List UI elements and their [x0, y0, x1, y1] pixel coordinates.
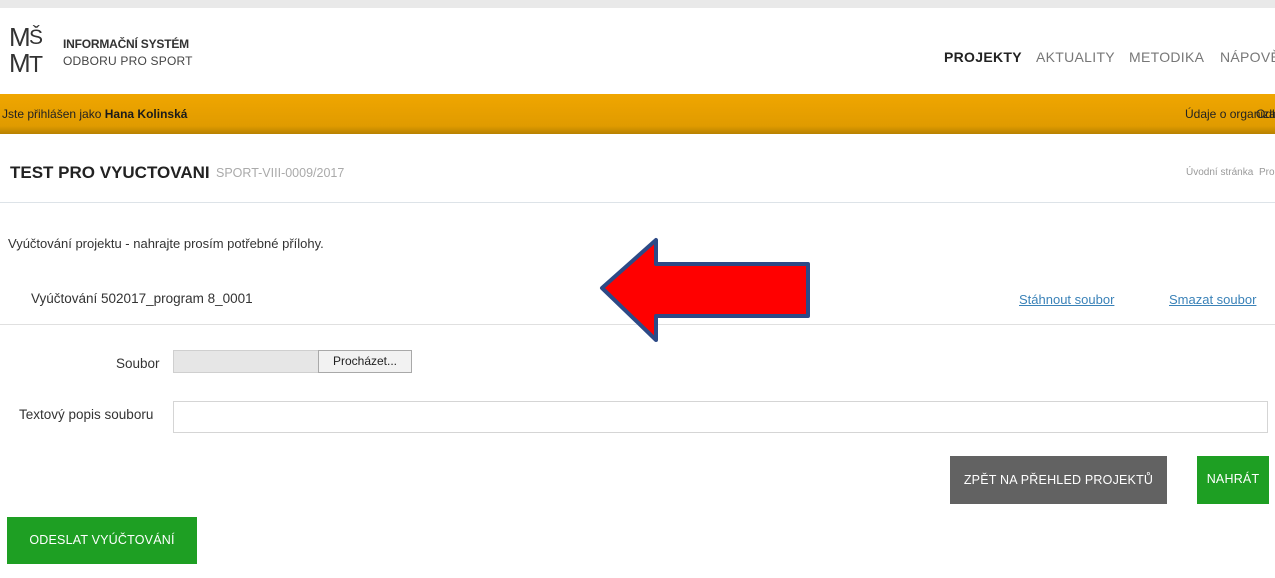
svg-text:T: T [29, 51, 43, 74]
description-input[interactable] [173, 401, 1268, 433]
description-label: Textový popis souboru [19, 407, 154, 422]
header: M Š M T INFORMAČNÍ SYSTÉM ODBORU PRO SPO… [0, 8, 1275, 94]
nav-napoveda[interactable]: NÁPOVĚ [1220, 49, 1275, 65]
browse-button[interactable]: Procházet... [318, 350, 412, 373]
breadcrumb-home[interactable]: Úvodní stránka [1186, 167, 1253, 178]
title-bar: TEST PRO VYUCTOVANI SPORT-VIII-0009/2017… [0, 134, 1275, 203]
intro-text: Vyúčtování projektu - nahrajte prosím po… [8, 236, 324, 251]
brand-title: INFORMAČNÍ SYSTÉM [63, 37, 189, 51]
page-title: TEST PRO VYUCTOVANI [10, 163, 210, 182]
msmt-logo[interactable]: M Š M T [8, 22, 48, 74]
uploaded-file-name: Vyúčtování 502017_program 8_0001 [31, 291, 253, 306]
logged-in-prefix: Jste přihlášen jako [2, 107, 105, 121]
logout-link[interactable]: Odh [1256, 107, 1275, 121]
file-label: Soubor [116, 356, 160, 371]
top-edge [0, 0, 1275, 8]
back-to-projects-button[interactable]: ZPĚT NA PŘEHLED PROJEKTŮ [950, 456, 1167, 504]
logged-in-info: Jste přihlášen jako Hana Kolinská [2, 107, 187, 121]
user-name: Hana Kolinská [104, 107, 188, 121]
project-code: SPORT-VIII-0009/2017 [216, 166, 345, 180]
red-arrow-annotation [600, 238, 810, 342]
svg-text:Š: Š [29, 26, 43, 49]
user-bar: Jste přihlášen jako Hana Kolinská Údaje … [0, 94, 1275, 134]
file-path-input[interactable] [173, 350, 320, 373]
brand-subtitle: ODBORU PRO SPORT [63, 54, 193, 68]
nav-projekty[interactable]: PROJEKTY [944, 49, 1022, 65]
upload-button[interactable]: NAHRÁT [1197, 456, 1269, 504]
nav-metodika[interactable]: METODIKA [1129, 49, 1204, 65]
delete-file-link[interactable]: Smazat soubor [1169, 292, 1256, 307]
nav-aktuality[interactable]: AKTUALITY [1036, 49, 1115, 65]
send-settlement-button[interactable]: ODESLAT VYÚČTOVÁNÍ [7, 517, 197, 564]
breadcrumb-next[interactable]: Pro [1259, 167, 1275, 178]
download-file-link[interactable]: Stáhnout soubor [1019, 292, 1114, 307]
svg-text:M: M [9, 48, 31, 74]
